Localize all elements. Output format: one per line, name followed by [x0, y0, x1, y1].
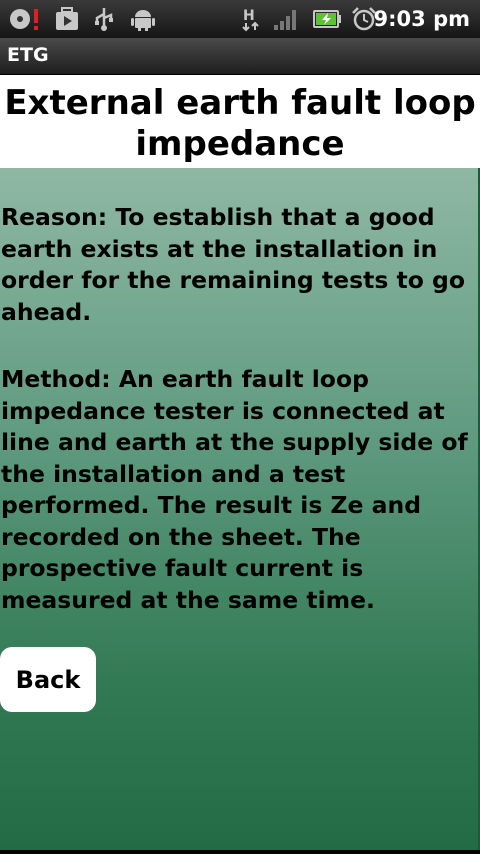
- bottom-edge: [0, 850, 480, 854]
- signal-bars-icon: [274, 10, 296, 30]
- status-bar: H 9:03 pm: [0, 0, 480, 38]
- app-title-bar: ETG: [0, 38, 480, 75]
- content-panel: Reason: To establish that a good earth e…: [0, 168, 480, 850]
- reason-text: Reason: To establish that a good earth e…: [1, 203, 466, 326]
- battery-charging-icon: [313, 10, 341, 28]
- usb-icon: [95, 8, 113, 31]
- back-button[interactable]: Back: [0, 647, 96, 712]
- svg-text:H: H: [243, 8, 255, 24]
- cd-alert-icon: [10, 9, 38, 30]
- page-header: External earth fault loop impedance: [0, 75, 480, 168]
- play-store-icon: [56, 7, 78, 30]
- page-title: External earth fault loop impedance: [4, 83, 476, 164]
- method-text: Method: An earth fault loop impedance te…: [1, 365, 468, 614]
- android-debug-icon: [131, 10, 155, 31]
- app-title: ETG: [7, 44, 49, 66]
- status-time: 9:03 pm: [373, 7, 470, 31]
- hspa-signal-icon: H: [242, 8, 259, 32]
